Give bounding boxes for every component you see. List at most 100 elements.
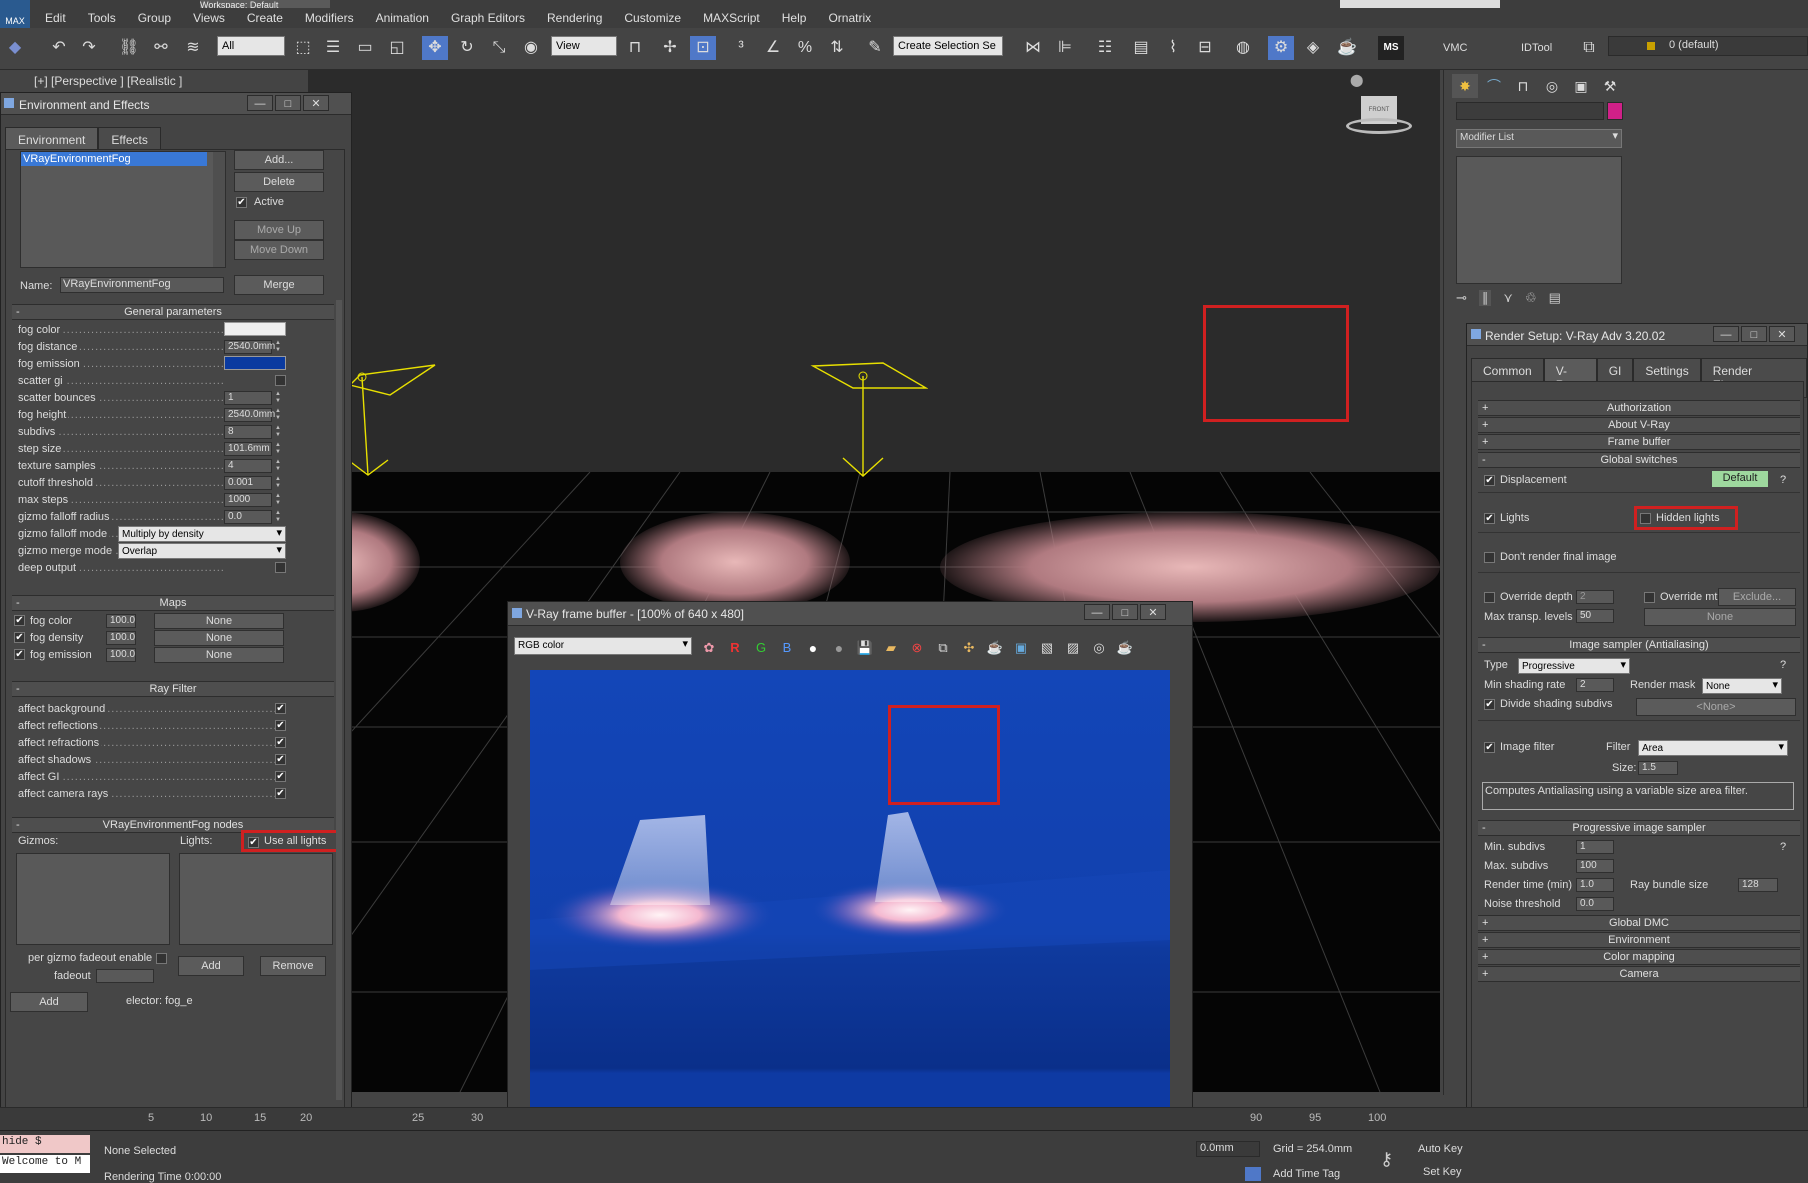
help-icon[interactable]: ? bbox=[1780, 473, 1786, 487]
map-amount-spinner[interactable]: 100.0 bbox=[106, 648, 136, 662]
param-checkbox[interactable] bbox=[275, 562, 286, 573]
green-channel-button[interactable]: G bbox=[750, 636, 772, 660]
delete-effect-button[interactable]: Delete bbox=[234, 172, 324, 192]
lights-checkbox[interactable]: ✔ bbox=[1484, 513, 1495, 524]
lens-effects-icon[interactable]: ◎ bbox=[1088, 636, 1110, 660]
override-depth-checkbox[interactable] bbox=[1484, 592, 1495, 603]
align-icon[interactable]: ⊫ bbox=[1052, 36, 1078, 60]
help-icon[interactable]: ? bbox=[1780, 840, 1786, 854]
ray-filter-rollout[interactable]: - Ray Filter bbox=[12, 681, 334, 697]
min-shading-spinner[interactable]: 2 bbox=[1576, 678, 1614, 692]
add-effect-button[interactable]: Add... bbox=[234, 150, 324, 170]
pivot-icon[interactable]: ⊓ bbox=[622, 36, 648, 60]
display-tab-icon[interactable]: ▣ bbox=[1568, 74, 1594, 98]
param-checkbox[interactable] bbox=[275, 375, 286, 386]
spinner-arrows-icon[interactable]: ▲ ▼ bbox=[274, 476, 282, 490]
param-spinner[interactable]: 8 bbox=[224, 425, 272, 439]
menu-item[interactable]: Graph Editors bbox=[440, 5, 536, 25]
search-input[interactable] bbox=[1340, 0, 1500, 8]
utilities-tab-icon[interactable]: ⚒ bbox=[1597, 74, 1623, 98]
param-spinner[interactable]: 1000 bbox=[224, 493, 272, 507]
scale-icon[interactable]: ⤡ bbox=[486, 36, 512, 60]
vmc-button[interactable]: VMC bbox=[1443, 42, 1467, 54]
maxscript-listener-input[interactable]: hide $ bbox=[0, 1135, 90, 1153]
link-to-3dsmax-icon[interactable]: ▧ bbox=[1036, 636, 1058, 660]
sampler-type-dropdown[interactable]: Progressive bbox=[1518, 658, 1630, 674]
close-button[interactable]: ✕ bbox=[1769, 326, 1795, 342]
percent-snap-icon[interactable]: % bbox=[792, 36, 818, 60]
angle-snap-icon[interactable]: ∠ bbox=[760, 36, 786, 60]
min-subdivs-spinner[interactable]: 1 bbox=[1576, 840, 1614, 854]
map-enable-checkbox[interactable]: ✔ bbox=[14, 632, 25, 643]
spinner-arrows-icon[interactable]: ▲ ▼ bbox=[274, 493, 282, 507]
ray-filter-checkbox[interactable]: ✔ bbox=[275, 703, 286, 714]
viewcube[interactable]: FRONT bbox=[1346, 96, 1412, 134]
menu-item[interactable]: Animation bbox=[365, 5, 440, 25]
maps-rollout[interactable]: - Maps bbox=[12, 595, 334, 611]
menu-item[interactable]: Create bbox=[236, 5, 294, 25]
vfb-title-bar[interactable]: V-Ray frame buffer - [100% of 640 x 480]… bbox=[508, 602, 1192, 626]
max-transp-spinner[interactable]: 50 bbox=[1576, 609, 1614, 623]
effect-name-field[interactable]: VRayEnvironmentFog bbox=[60, 277, 224, 293]
ray-bundle-spinner[interactable]: 128 bbox=[1738, 878, 1778, 892]
fadeout-spinner[interactable] bbox=[96, 969, 154, 983]
max-subdivs-spinner[interactable]: 100 bbox=[1576, 859, 1614, 873]
render-production-icon[interactable]: ☕ bbox=[1334, 36, 1360, 60]
key-icon[interactable]: ⚷ bbox=[1380, 1149, 1393, 1170]
graphite-toolbar-icon[interactable]: ▤ bbox=[1128, 36, 1154, 60]
ray-filter-checkbox[interactable]: ✔ bbox=[275, 788, 286, 799]
create-tab-icon[interactable]: ✸ bbox=[1452, 74, 1478, 98]
maxscript-listener-output[interactable]: Welcome to M bbox=[0, 1155, 90, 1173]
param-spinner[interactable]: 4 bbox=[224, 459, 272, 473]
render-time-spinner[interactable]: 1.0 bbox=[1576, 878, 1614, 892]
curve-editor-icon[interactable]: ⌇ bbox=[1160, 36, 1186, 60]
modifier-stack[interactable] bbox=[1456, 156, 1622, 284]
rollout-collapsed[interactable]: + Camera bbox=[1478, 966, 1800, 982]
general-parameters-rollout[interactable]: - General parameters bbox=[12, 304, 334, 320]
param-spinner[interactable]: 1 bbox=[224, 391, 272, 405]
progressive-sampler-rollout[interactable]: - Progressive image sampler bbox=[1478, 820, 1800, 836]
param-spinner[interactable]: 101.6mm bbox=[224, 442, 272, 456]
auto-key-button[interactable]: Auto Key bbox=[1418, 1143, 1463, 1155]
make-unique-icon[interactable]: ⋎ bbox=[1503, 290, 1513, 306]
menu-item[interactable]: Views bbox=[182, 5, 236, 25]
map-slot-button[interactable]: None bbox=[154, 613, 284, 629]
map-enable-checkbox[interactable]: ✔ bbox=[14, 615, 25, 626]
gizmos-list[interactable] bbox=[16, 853, 170, 945]
close-button[interactable]: ✕ bbox=[1140, 604, 1166, 620]
global-switches-rollout[interactable]: - Global switches bbox=[1478, 452, 1800, 468]
link-icon[interactable]: ⛓ bbox=[116, 36, 142, 60]
blue-channel-button[interactable]: B bbox=[776, 636, 798, 660]
z-coordinate-field[interactable]: 0.0mm bbox=[1196, 1141, 1260, 1157]
rollout-collapsed[interactable]: + Global DMC bbox=[1478, 915, 1800, 931]
maxscript-icon[interactable]: MS bbox=[1378, 36, 1404, 60]
render-setup-icon[interactable]: ⚙ bbox=[1268, 36, 1294, 60]
rect-selection-icon[interactable]: ▭ bbox=[352, 36, 378, 60]
set-key-button[interactable]: Set Key bbox=[1423, 1166, 1462, 1178]
add-gizmo-button[interactable]: Add bbox=[10, 992, 88, 1012]
menu-item[interactable]: Customize bbox=[613, 5, 692, 25]
ray-filter-checkbox[interactable]: ✔ bbox=[275, 737, 286, 748]
spinner-arrows-icon[interactable]: ▲ ▼ bbox=[274, 391, 282, 405]
app-logo[interactable]: MAX bbox=[0, 0, 30, 28]
override-mtl-none-button[interactable]: None bbox=[1644, 608, 1796, 626]
duplicate-to-frame-icon[interactable]: ⧉ bbox=[932, 636, 954, 660]
param-spinner[interactable]: 2540.0mm bbox=[224, 408, 275, 422]
pin-stack-icon[interactable]: ⊸ bbox=[1456, 290, 1467, 306]
filter-size-spinner[interactable]: 1.5 bbox=[1638, 761, 1678, 775]
minimize-button[interactable]: — bbox=[1084, 604, 1110, 620]
map-amount-spinner[interactable]: 100.0 bbox=[106, 614, 136, 628]
map-amount-spinner[interactable]: 100.0 bbox=[106, 631, 136, 645]
selection-filter-dropdown[interactable]: All bbox=[217, 36, 285, 56]
fog-emission-swatch[interactable] bbox=[224, 356, 286, 370]
rollout-collapsed[interactable]: + Authorization bbox=[1478, 400, 1800, 416]
object-name-field[interactable] bbox=[1456, 102, 1604, 120]
menu-item[interactable]: Help bbox=[771, 5, 818, 25]
menu-item[interactable]: Rendering bbox=[536, 5, 613, 25]
param-dropdown[interactable]: Overlap bbox=[118, 543, 286, 559]
displacement-default-button[interactable]: Default bbox=[1712, 471, 1768, 487]
ray-filter-checkbox[interactable]: ✔ bbox=[275, 771, 286, 782]
layer-dropdown[interactable]: 0 (default) bbox=[1608, 36, 1808, 56]
image-filter-checkbox[interactable]: ✔ bbox=[1484, 742, 1495, 753]
override-mtl-checkbox[interactable] bbox=[1644, 592, 1655, 603]
